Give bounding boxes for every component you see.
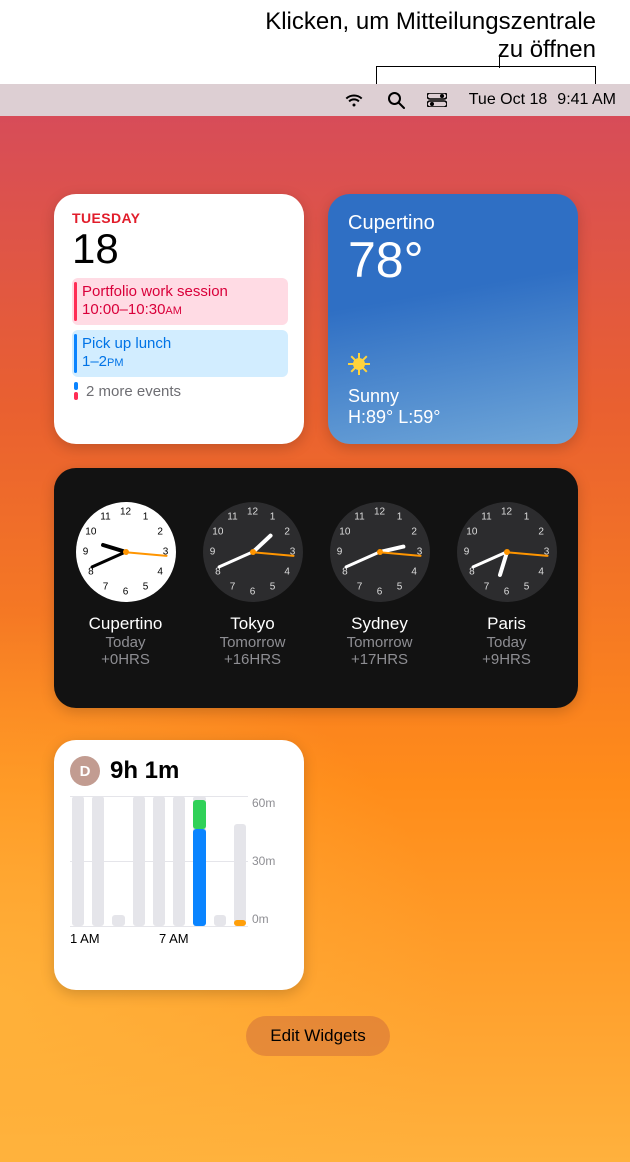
- menubar-date: Tue Oct 18: [469, 91, 548, 109]
- world-clock-city: 121234567891011 ParisToday+9HRS: [457, 502, 557, 668]
- menubar-time: 9:41 AM: [557, 91, 616, 109]
- sun-icon: [348, 353, 370, 375]
- clock-face: 121234567891011: [330, 502, 430, 602]
- control-center-icon[interactable]: [427, 93, 447, 107]
- city-day: Tomorrow: [203, 634, 303, 651]
- callout-line2: zu öffnen: [498, 36, 596, 63]
- weather-condition: Sunny: [348, 386, 560, 407]
- city-day: Today: [76, 634, 176, 651]
- world-clock-widget[interactable]: 121234567891011CupertinoToday+0HRS121234…: [54, 468, 578, 708]
- more-events-dots-icon: [74, 382, 78, 400]
- chart-bar: [92, 796, 104, 926]
- world-clock-city: 121234567891011 TokyoTomorrow+16HRS: [203, 502, 303, 668]
- annotation-callout: Klicken, um Mitteilungszentrale zu öffne…: [0, 8, 596, 64]
- event-title: Pick up lunch: [82, 335, 280, 353]
- city-day: Tomorrow: [330, 634, 430, 651]
- event-time: 10:00–10:30AM: [82, 301, 280, 320]
- screen-time-chart: 60m 30m 0m 1 AM 7 AM: [70, 796, 288, 946]
- city-name: Tokyo: [203, 614, 303, 634]
- event-title: Portfolio work session: [82, 283, 280, 301]
- chart-bar: [112, 915, 124, 926]
- chart-bar: [214, 915, 226, 926]
- calendar-widget[interactable]: TUESDAY 18 Portfolio work session 10:00–…: [54, 194, 304, 444]
- more-events-label: 2 more events: [86, 383, 181, 400]
- callout-bracket: [376, 66, 596, 84]
- city-day: Today: [457, 634, 557, 651]
- weather-hilo: H:89° L:59°: [348, 407, 560, 428]
- calendar-day-name: TUESDAY: [72, 210, 288, 226]
- calendar-more-events[interactable]: 2 more events: [72, 382, 288, 400]
- avatar: D: [70, 756, 100, 786]
- menubar: Tue Oct 18 9:41 AM: [0, 84, 630, 116]
- clock-face: 121234567891011: [203, 502, 303, 602]
- city-offset: +16HRS: [203, 651, 303, 668]
- city-name: Sydney: [330, 614, 430, 634]
- chart-bar: [234, 824, 246, 926]
- callout-line1: Klicken, um Mitteilungszentrale: [265, 8, 596, 35]
- wifi-icon[interactable]: [343, 92, 365, 108]
- menubar-clock[interactable]: Tue Oct 18 9:41 AM: [469, 91, 616, 109]
- city-name: Cupertino: [76, 614, 176, 634]
- spotlight-icon[interactable]: [387, 91, 405, 109]
- city-offset: +17HRS: [330, 651, 430, 668]
- city-name: Paris: [457, 614, 557, 634]
- clock-face: 121234567891011: [76, 502, 176, 602]
- world-clock-city: 121234567891011 CupertinoToday+0HRS: [76, 502, 176, 668]
- calendar-day-number: 18: [72, 228, 288, 270]
- chart-bar: [193, 796, 205, 926]
- city-offset: +9HRS: [457, 651, 557, 668]
- chart-x-labels: 1 AM 7 AM: [70, 931, 248, 946]
- notification-center: TUESDAY 18 Portfolio work session 10:00–…: [0, 116, 630, 1056]
- screen-time-total: 9h 1m: [110, 757, 179, 785]
- calendar-event[interactable]: Portfolio work session 10:00–10:30AM: [72, 278, 288, 325]
- chart-bar: [133, 796, 145, 926]
- clock-face: 121234567891011: [457, 502, 557, 602]
- screen-time-widget[interactable]: D 9h 1m 60m 30m 0m 1 AM 7 AM: [54, 740, 304, 990]
- world-clock-city: 121234567891011 SydneyTomorrow+17HRS: [330, 502, 430, 668]
- weather-widget[interactable]: Cupertino 78° Sunny H:89°: [328, 194, 578, 444]
- weather-temperature: 78°: [348, 235, 560, 285]
- city-offset: +0HRS: [76, 651, 176, 668]
- calendar-event[interactable]: Pick up lunch 1–2PM: [72, 330, 288, 377]
- chart-y-labels: 60m 30m 0m: [252, 796, 288, 926]
- chart-bar: [173, 796, 185, 926]
- edit-widgets-button[interactable]: Edit Widgets: [246, 1016, 389, 1056]
- event-time: 1–2PM: [82, 353, 280, 372]
- chart-bar: [153, 796, 165, 926]
- desktop: Tue Oct 18 9:41 AM TUESDAY 18 Portfolio …: [0, 84, 630, 1162]
- chart-bar: [72, 796, 84, 926]
